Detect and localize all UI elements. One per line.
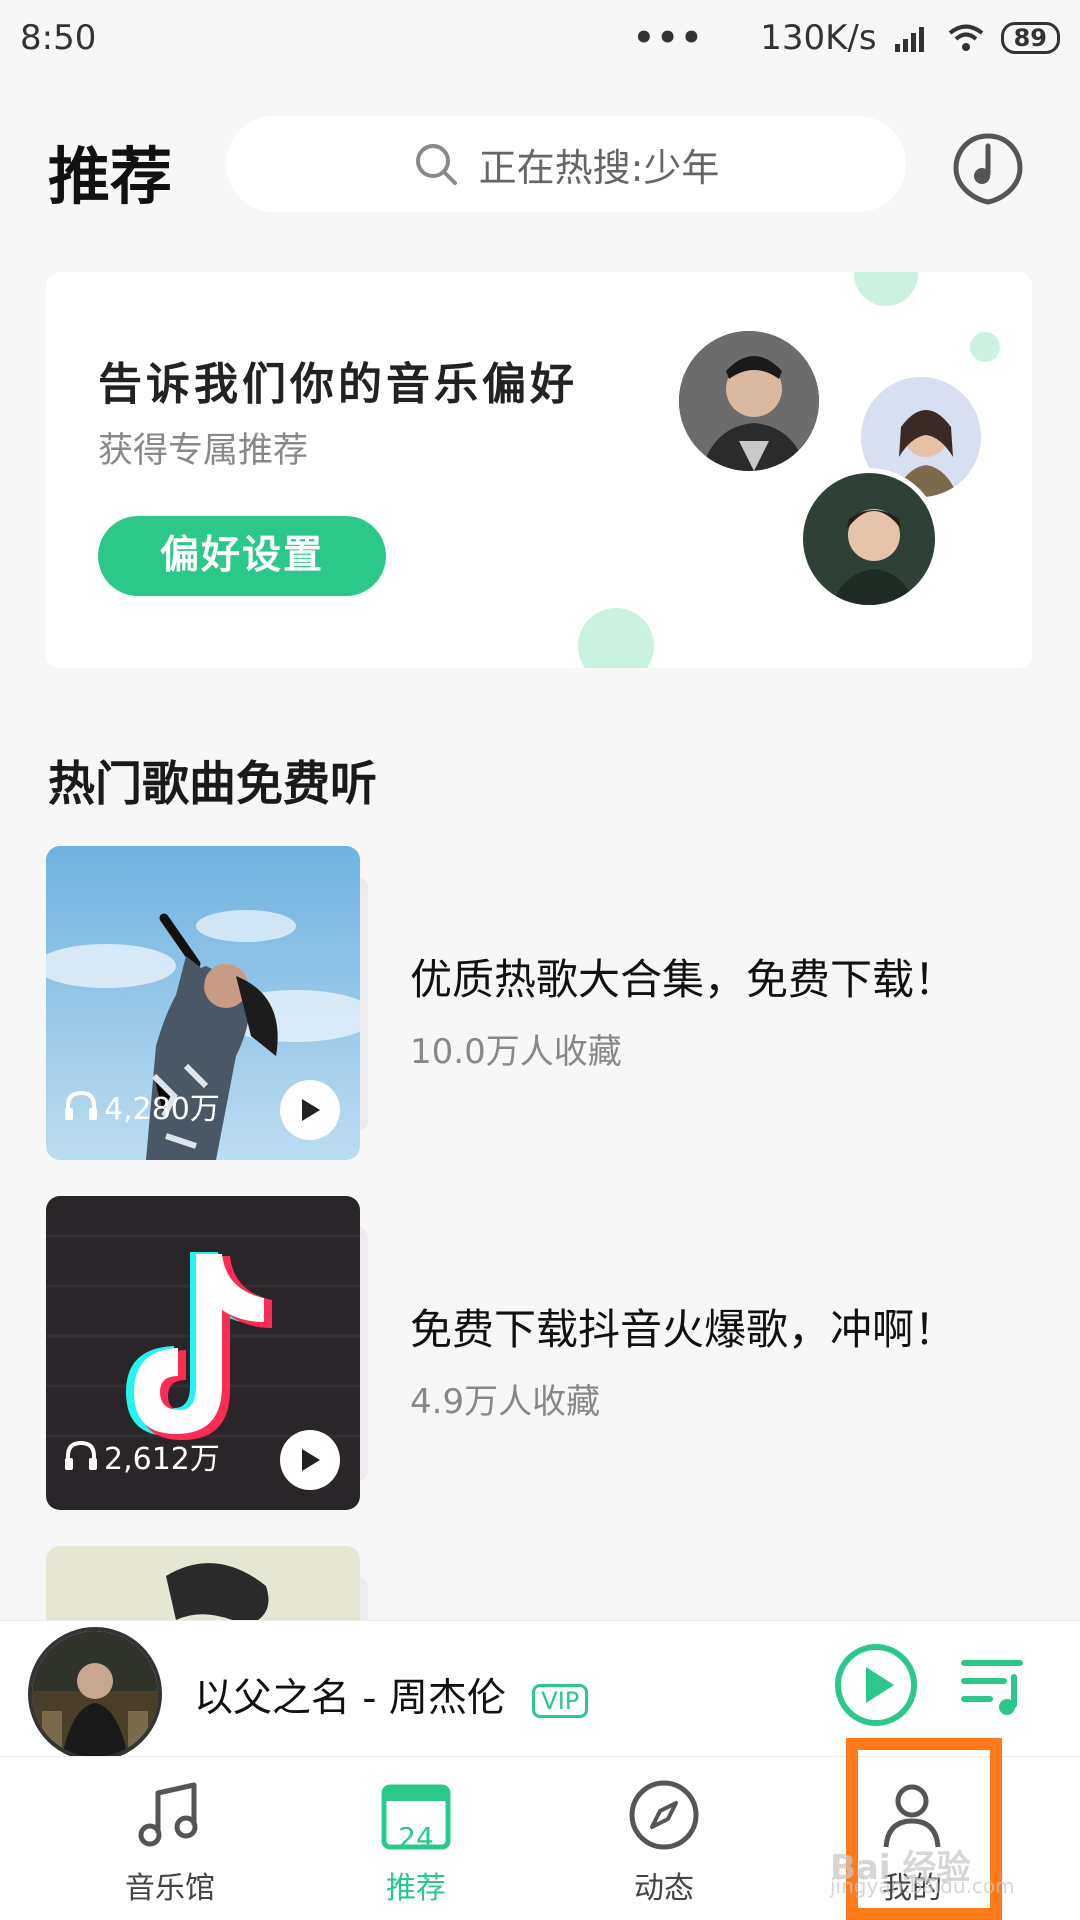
calendar-badge: 24: [398, 1821, 434, 1854]
wifi-icon: [948, 24, 983, 51]
tab-label: 动态: [634, 1871, 694, 1906]
play-icon: [302, 1449, 320, 1471]
decor-circle: [578, 608, 654, 668]
tab-music-hall[interactable]: 音乐馆: [70, 1777, 270, 1907]
play-button[interactable]: [280, 1080, 340, 1140]
decor-circle: [854, 272, 918, 306]
artist-avatar: [798, 468, 940, 610]
music-recognition-icon[interactable]: [950, 130, 1026, 206]
vip-badge: VIP: [532, 1683, 589, 1718]
play-count: 2,612万: [64, 1434, 220, 1478]
signal-icon: [894, 27, 924, 52]
now-playing-cover[interactable]: [28, 1627, 162, 1761]
playlist-favorites: 10.0万人收藏: [410, 1032, 622, 1072]
banner-subtitle: 获得专属推荐: [98, 431, 309, 471]
play-button[interactable]: [280, 1430, 340, 1490]
play-count-text: 2,612万: [104, 1442, 220, 1477]
more-dots-icon: •••: [633, 18, 705, 58]
tab-label: 推荐: [386, 1871, 446, 1906]
network-speed: 130K/s: [760, 18, 877, 58]
play-count-text: 4,280万: [104, 1092, 220, 1127]
playlist-item[interactable]: 2,612万 免费下载抖音火爆歌，冲啊！ 4.9万人收藏: [46, 1196, 1046, 1512]
tab-recommend[interactable]: 24 推荐: [316, 1777, 516, 1907]
status-time: 8:50: [20, 18, 97, 58]
music-note-icon: [138, 1782, 198, 1847]
playlist-cover[interactable]: [46, 1546, 360, 1620]
now-playing-song: 以父之名 - 周杰伦: [194, 1676, 506, 1721]
page-title: 推荐: [48, 140, 173, 213]
header: 推荐 正在热搜:少年: [0, 110, 1080, 220]
banner-title: 告诉我们你的音乐偏好: [98, 359, 578, 410]
play-count: 4,280万: [64, 1084, 220, 1128]
play-icon[interactable]: [834, 1643, 918, 1727]
preference-banner[interactable]: 告诉我们你的音乐偏好 获得专属推荐 偏好设置: [46, 272, 1032, 668]
compass-icon: [629, 1780, 699, 1850]
playlist-queue-icon[interactable]: [960, 1655, 1028, 1717]
section-title: 热门歌曲免费听: [48, 757, 377, 812]
playlist-item[interactable]: 4,280万 优质热歌大合集，免费下载！ 10.0万人收藏: [46, 846, 1046, 1162]
playlist-cover[interactable]: 2,612万: [46, 1196, 360, 1510]
tab-feed[interactable]: 动态: [564, 1777, 764, 1907]
battery-icon: 89: [1000, 22, 1060, 54]
headphones-icon: [65, 1090, 97, 1120]
playlist-title: 优质热歌大合集，免费下载！: [410, 955, 957, 1004]
status-icons: ••• 130K/s 89: [633, 18, 1060, 58]
search-bar[interactable]: 正在热搜:少年: [226, 116, 906, 212]
watermark-url: jingyan.baidu.com: [830, 1874, 1015, 1898]
decor-circle: [970, 332, 1000, 362]
mini-player[interactable]: 以父之名 - 周杰伦 VIP: [0, 1620, 1080, 1761]
search-placeholder: 正在热搜:少年: [478, 145, 720, 190]
status-bar: 8:50 ••• 130K/s 89: [0, 0, 1080, 76]
now-playing-title: 以父之名 - 周杰伦 VIP: [194, 1667, 589, 1723]
playlist-favorites: 4.9万人收藏: [410, 1382, 601, 1422]
headphones-icon: [65, 1440, 97, 1470]
tab-label: 音乐馆: [125, 1871, 215, 1906]
playlist-item[interactable]: [46, 1546, 1046, 1620]
playlist-cover[interactable]: 4,280万: [46, 846, 360, 1160]
play-icon: [302, 1099, 320, 1121]
preference-settings-button[interactable]: 偏好设置: [98, 516, 386, 596]
search-icon: [415, 144, 457, 185]
artist-avatar: [674, 326, 824, 476]
playlist-title: 免费下载抖音火爆歌，冲啊！: [410, 1305, 957, 1354]
